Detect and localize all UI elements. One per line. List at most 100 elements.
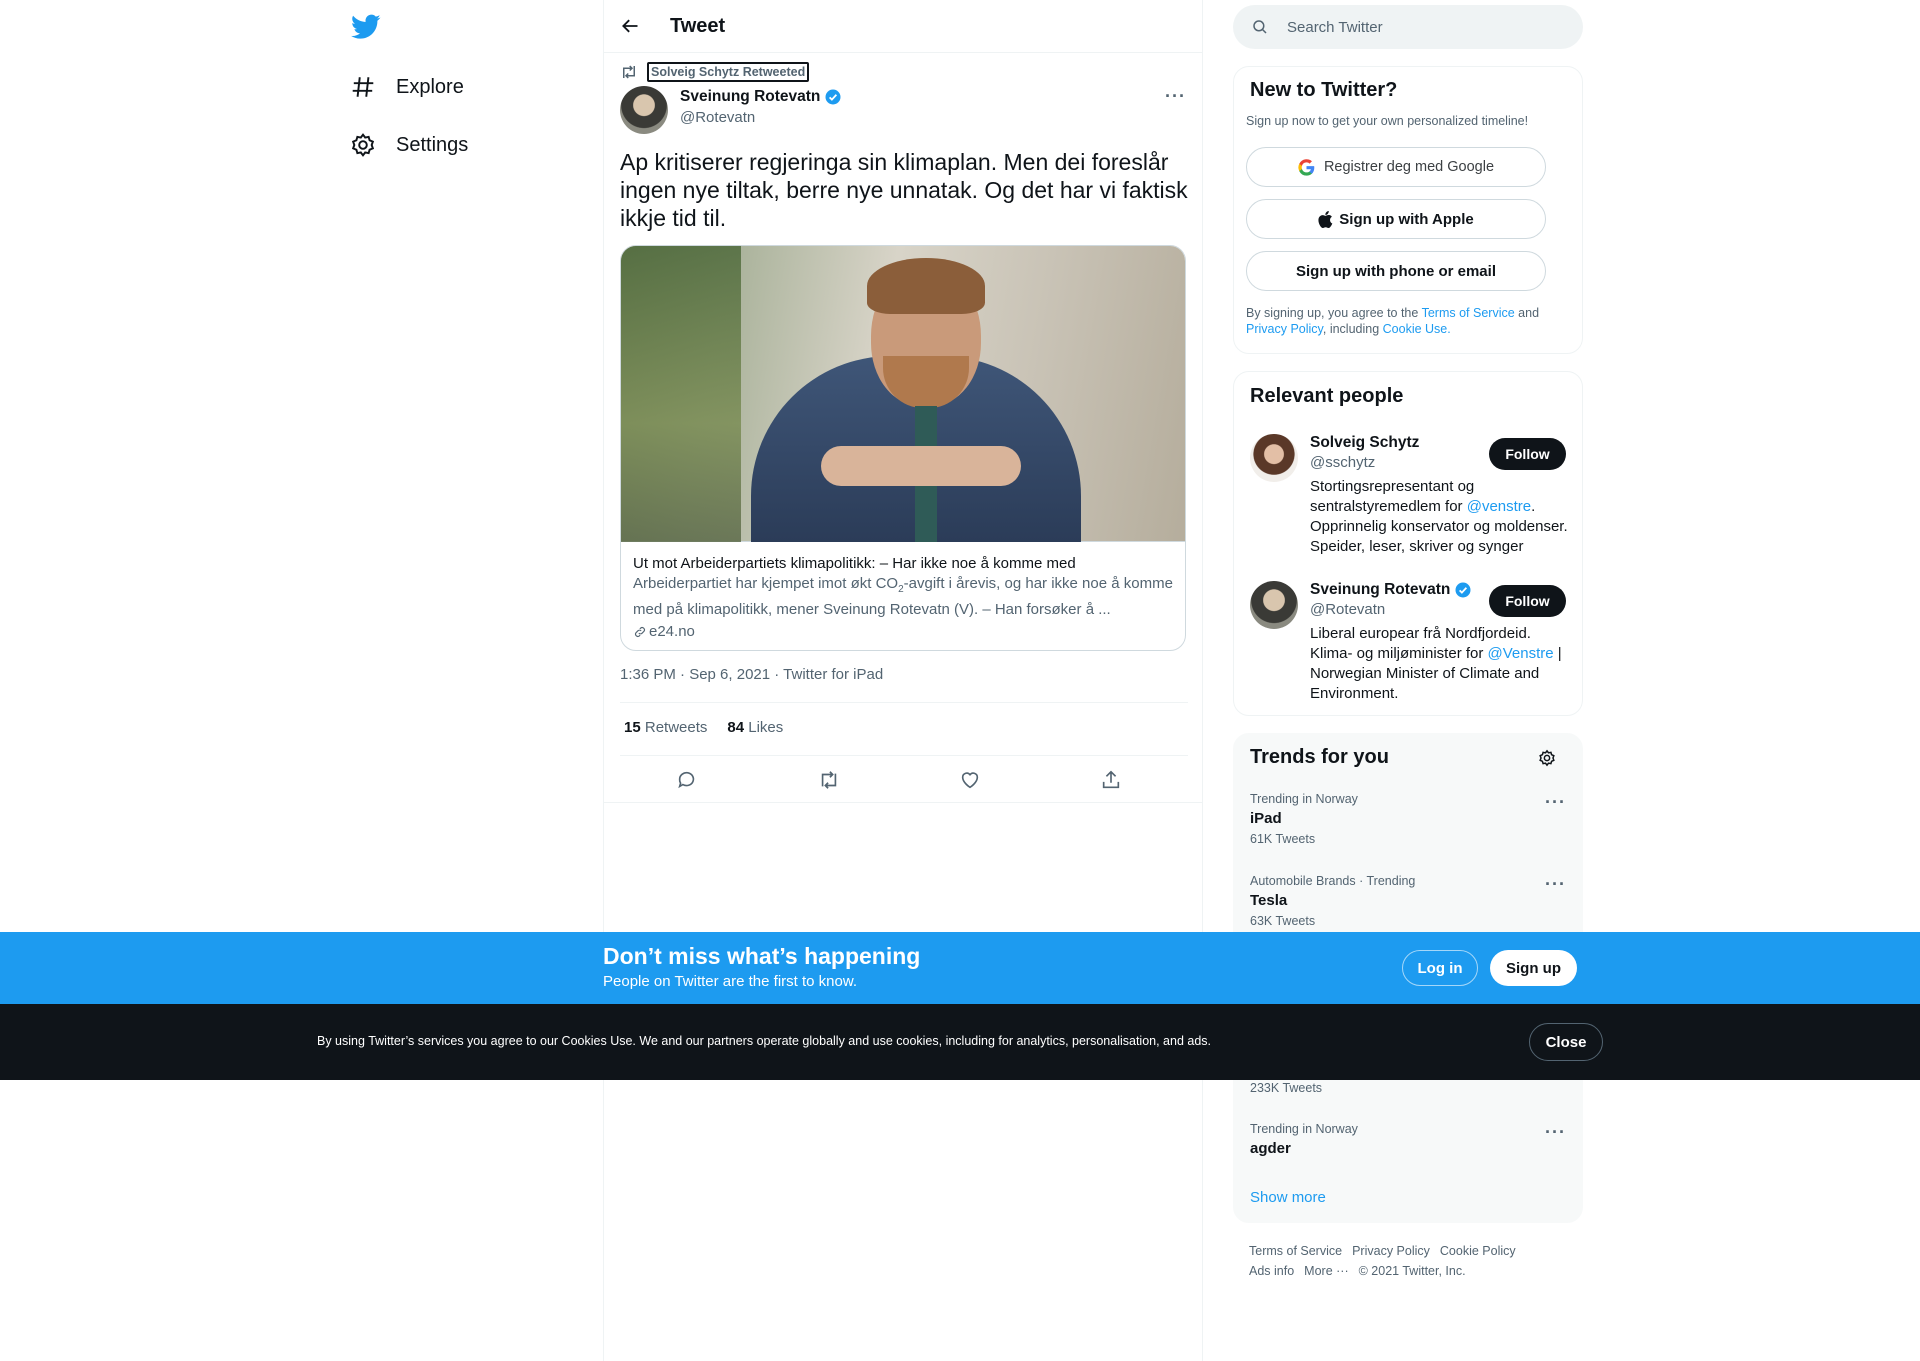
mention-link[interactable]: @venstre bbox=[1467, 498, 1531, 515]
search-icon bbox=[1251, 18, 1269, 36]
left-navigation: Explore Settings bbox=[340, 0, 580, 1361]
retweeted-by-link[interactable]: Solveig Schytz Retweeted bbox=[647, 62, 810, 82]
person-card[interactable]: Solveig Schytz @sschytz Follow Stortings… bbox=[1234, 432, 1582, 562]
trend-context: Trending in Norway bbox=[1250, 792, 1358, 806]
avatar[interactable] bbox=[1250, 581, 1298, 629]
trend-count: 233K Tweets bbox=[1250, 1081, 1323, 1095]
link-icon bbox=[633, 625, 647, 639]
trend-item[interactable]: Automobile Brands · Trending Tesla 63K T… bbox=[1234, 874, 1582, 932]
person-name-row[interactable]: Sveinung Rotevatn bbox=[1310, 581, 1472, 599]
link-card-description: Arbeiderpartiet har kjempet imot økt CO2… bbox=[633, 575, 1173, 618]
person-handle[interactable]: @Rotevatn bbox=[1310, 601, 1385, 618]
signup-panel: New to Twitter? Sign up now to get your … bbox=[1233, 66, 1583, 354]
footer-more-link[interactable]: More ··· bbox=[1304, 1264, 1348, 1278]
signup-subtitle: Sign up now to get your own personalized… bbox=[1246, 114, 1529, 128]
cookie-consent-bar: By using Twitter’s services you agree to… bbox=[0, 1004, 1920, 1080]
cookie-close-button[interactable]: Close bbox=[1529, 1023, 1603, 1061]
privacy-link[interactable]: Privacy Policy bbox=[1246, 322, 1323, 336]
retweets-stat[interactable]: 15 Retweets bbox=[624, 719, 707, 736]
trend-count: 61K Tweets bbox=[1250, 832, 1316, 846]
reply-icon[interactable] bbox=[676, 769, 698, 791]
nav-explore-label: Explore bbox=[396, 75, 464, 98]
search-input[interactable]: Search Twitter bbox=[1287, 19, 1383, 36]
like-heart-icon[interactable] bbox=[959, 769, 981, 791]
login-button[interactable]: Log in bbox=[1402, 950, 1478, 986]
right-sidebar: Search Twitter New to Twitter? Sign up n… bbox=[1233, 0, 1583, 1361]
trend-name: agder bbox=[1250, 1140, 1291, 1157]
google-logo-icon bbox=[1298, 158, 1315, 176]
banner-title: Don’t miss what’s happening bbox=[603, 943, 921, 969]
trend-count: 63K Tweets bbox=[1250, 914, 1316, 928]
back-arrow-icon[interactable] bbox=[620, 16, 640, 36]
more-options-icon[interactable]: ··· bbox=[1545, 792, 1566, 813]
nav-settings-label: Settings bbox=[396, 133, 469, 156]
footer-ads-link[interactable]: Ads info bbox=[1249, 1264, 1294, 1278]
footer-copyright: © 2021 Twitter, Inc. bbox=[1358, 1264, 1466, 1278]
person-card[interactable]: Sveinung Rotevatn @Rotevatn Follow Liber… bbox=[1234, 579, 1582, 709]
search-box[interactable]: Search Twitter bbox=[1233, 5, 1583, 49]
trends-settings-gear-icon[interactable] bbox=[1538, 749, 1556, 767]
trend-context: Trending in Norway bbox=[1250, 1122, 1358, 1136]
author-name: Sveinung Rotevatn bbox=[680, 88, 821, 105]
verified-badge-icon bbox=[824, 88, 842, 106]
more-options-icon[interactable]: ··· bbox=[1545, 1122, 1566, 1143]
author-avatar[interactable] bbox=[620, 86, 668, 134]
person-bio: Liberal europear frå Nordfjordeid. Klima… bbox=[1310, 625, 1562, 702]
sidebar-footer: Terms of Service Privacy Policy Cookie Pol… bbox=[1249, 1241, 1579, 1281]
google-signup-button[interactable]: Registrer deg med Google bbox=[1246, 147, 1546, 187]
cookie-use-link[interactable]: Cookie Use. bbox=[1383, 322, 1451, 336]
likes-stat[interactable]: 84 Likes bbox=[727, 719, 783, 736]
tweet-text: Ap kritiserer regjeringa sin klimaplan. … bbox=[620, 149, 1188, 231]
phone-email-signup-button[interactable]: Sign up with phone or email bbox=[1246, 251, 1546, 291]
show-more-link[interactable]: Show more bbox=[1250, 1189, 1326, 1206]
relevant-people-panel: Relevant people Solveig Schytz @sschytz … bbox=[1233, 371, 1583, 716]
tweet-timestamp[interactable]: 1:36 PM · Sep 6, 2021 · Twitter for iPad bbox=[620, 666, 883, 683]
signup-banner: Don’t miss what’s happening People on Tw… bbox=[0, 932, 1920, 1004]
signup-button[interactable]: Sign up bbox=[1490, 950, 1577, 986]
nav-explore[interactable]: Explore bbox=[350, 63, 464, 111]
twitter-logo-icon[interactable] bbox=[351, 14, 381, 40]
retweet-action-icon[interactable] bbox=[818, 769, 840, 791]
tweet-actions bbox=[604, 755, 1202, 803]
person-name[interactable]: Solveig Schytz bbox=[1310, 434, 1419, 452]
footer-terms-link[interactable]: Terms of Service bbox=[1249, 1244, 1342, 1258]
signup-legal: By signing up, you agree to the Terms of… bbox=[1246, 306, 1540, 336]
person-name: Sveinung Rotevatn bbox=[1310, 581, 1451, 598]
author-handle[interactable]: @Rotevatn bbox=[680, 109, 755, 126]
link-card[interactable]: Ut mot Arbeiderpartiets klimapolitikk: –… bbox=[620, 245, 1186, 651]
footer-privacy-link[interactable]: Privacy Policy bbox=[1352, 1244, 1430, 1258]
follow-button[interactable]: Follow bbox=[1489, 438, 1566, 470]
trend-name: iPad bbox=[1250, 810, 1282, 827]
more-options-icon[interactable]: ··· bbox=[1545, 874, 1566, 895]
page-title: Tweet bbox=[670, 14, 726, 37]
footer-cookie-link[interactable]: Cookie Policy bbox=[1440, 1244, 1516, 1258]
gear-icon bbox=[350, 132, 376, 158]
retweet-icon bbox=[620, 64, 638, 80]
more-options-icon[interactable]: ··· bbox=[1165, 86, 1186, 107]
trend-item[interactable]: Trending in Norway iPad 61K Tweets ··· bbox=[1234, 792, 1582, 862]
signup-title: New to Twitter? bbox=[1250, 79, 1398, 101]
cookie-text: By using Twitter’s services you agree to… bbox=[317, 1034, 1212, 1048]
apple-signup-button[interactable]: Sign up with Apple bbox=[1246, 199, 1546, 239]
trend-item[interactable]: Trending in Norway agder ··· bbox=[1234, 1122, 1582, 1166]
follow-button[interactable]: Follow bbox=[1489, 585, 1566, 617]
share-icon[interactable] bbox=[1100, 769, 1122, 791]
banner-subtitle: People on Twitter are the first to know. bbox=[603, 973, 858, 990]
tweet-stats: 15 Retweets 84 Likes bbox=[624, 719, 783, 736]
link-card-domain: e24.no bbox=[633, 622, 1173, 642]
link-card-image bbox=[621, 246, 1185, 542]
divider bbox=[620, 702, 1188, 703]
hashtag-icon bbox=[350, 74, 376, 100]
person-bio: Stortingsrepresentant og sentralstyremed… bbox=[1310, 478, 1568, 555]
tweet-column: Tweet Solveig Schytz Retweeted Sveinung … bbox=[603, 0, 1203, 1361]
avatar[interactable] bbox=[1250, 434, 1298, 482]
person-handle[interactable]: @sschytz bbox=[1310, 454, 1375, 471]
link-card-title: Ut mot Arbeiderpartiets klimapolitikk: –… bbox=[633, 555, 1076, 572]
trends-title: Trends for you bbox=[1250, 746, 1389, 768]
trend-name: Tesla bbox=[1250, 892, 1288, 909]
author-name-row[interactable]: Sveinung Rotevatn bbox=[680, 88, 842, 106]
mention-link[interactable]: @Venstre bbox=[1488, 645, 1554, 662]
apple-logo-icon bbox=[1318, 210, 1333, 228]
nav-settings[interactable]: Settings bbox=[350, 121, 468, 169]
terms-link[interactable]: Terms of Service bbox=[1422, 306, 1515, 320]
